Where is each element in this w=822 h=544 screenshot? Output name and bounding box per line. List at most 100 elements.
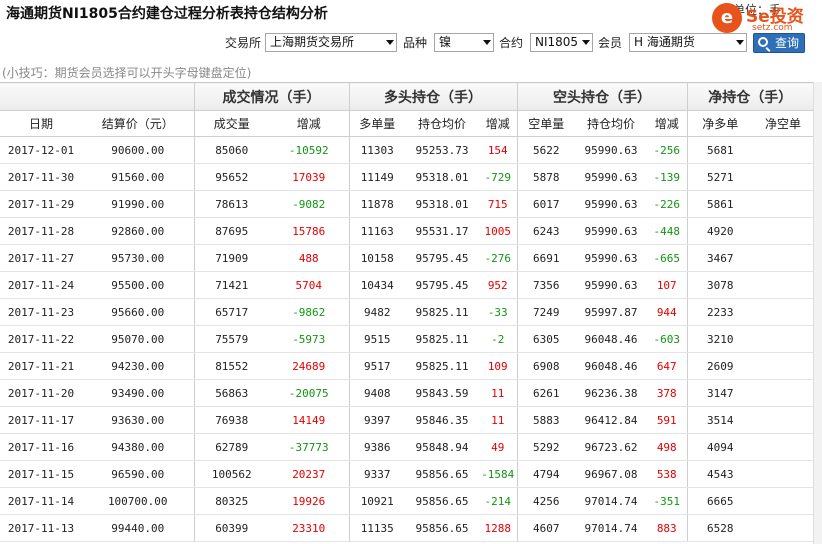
cell-short-qty: 6243 — [516, 217, 575, 245]
cell-long-qty: 9515 — [348, 325, 405, 353]
cell-volume-change: -20075 — [269, 379, 349, 407]
cell-short-qty: 6261 — [516, 379, 575, 407]
cell-long-avg-price: 95253.73 — [405, 136, 479, 164]
cell-date: 2017-11-21 — [0, 352, 82, 380]
table-row: 2017-11-15 96590.00 100562 20237 9337 95856.6… — [0, 460, 813, 488]
table-row: 2017-11-14 100700.00 80325 19926 10921 95856.… — [0, 487, 813, 515]
cell-long-qty: 9397 — [348, 406, 405, 434]
cell-short-change: 944 — [647, 298, 687, 326]
cell-volume-change: 20237 — [269, 460, 349, 488]
cell-settle-price: 99440.00 — [82, 514, 194, 542]
column-header-date: 日期 — [0, 110, 82, 137]
exchange-select[interactable]: 上海期货交易所 — [265, 33, 397, 52]
cell-long-qty: 9482 — [348, 298, 405, 326]
cell-date: 2017-11-13 — [0, 514, 82, 542]
cell-short-avg-price: 96967.08 — [575, 460, 647, 488]
cell-net-long: 5681 — [686, 136, 753, 164]
cell-short-avg-price: 96048.46 — [575, 352, 647, 380]
cell-volume: 71421 — [193, 271, 269, 299]
cell-short-qty: 5292 — [516, 433, 575, 461]
group-header-short: 空头持仓（手） — [516, 82, 687, 111]
cell-net-long: 5861 — [686, 190, 753, 218]
cell-short-change: -256 — [647, 136, 687, 164]
cell-settle-price: 94380.00 — [82, 433, 194, 461]
cell-date: 2017-12-01 — [0, 136, 82, 164]
cell-long-change: -214 — [479, 487, 517, 515]
member-label: 会员 — [598, 36, 623, 50]
site-logo[interactable]: e Se投资 setz.com — [712, 2, 822, 36]
cell-long-avg-price: 95318.01 — [405, 163, 479, 191]
logo-subtext: setz.com — [752, 23, 793, 33]
contract-select[interactable]: NI1805 — [530, 33, 593, 52]
table-row: 2017-11-22 95070.00 75579 -5973 9515 95825.11… — [0, 325, 813, 353]
cell-date: 2017-11-17 — [0, 406, 82, 434]
cell-long-qty: 10158 — [348, 244, 405, 272]
cell-short-change: 647 — [647, 352, 687, 380]
cell-short-avg-price: 95997.87 — [575, 298, 647, 326]
member-select[interactable]: H 海通期货 — [629, 33, 747, 52]
cell-short-avg-price: 95990.63 — [575, 136, 647, 164]
position-table: 成交情况（手） 多头持仓（手） 空头持仓（手） 净持仓（手） 日期 结算价（元）成… — [0, 82, 822, 542]
member-select-value: H 海通期货 — [634, 35, 695, 49]
cell-long-avg-price: 95843.59 — [405, 379, 479, 407]
cell-net-short — [753, 244, 813, 272]
variety-label: 品种 — [403, 36, 428, 50]
tip-text: (小技巧：期货会员选择可以开头字母键盘定位) — [2, 66, 252, 80]
group-header-blank — [0, 82, 194, 111]
column-header-net-long: 净多单 — [686, 110, 753, 137]
table-row: 2017-11-30 91560.00 95652 17039 11149 95318.0… — [0, 163, 813, 191]
cell-volume: 76938 — [193, 406, 269, 434]
table-row: 2017-11-24 95500.00 71421 5704 10434 95795.45… — [0, 271, 813, 299]
cell-volume-change: -9862 — [269, 298, 349, 326]
chevron-down-icon — [582, 40, 590, 45]
cell-date: 2017-11-30 — [0, 163, 82, 191]
cell-settle-price: 91560.00 — [82, 163, 194, 191]
cell-long-avg-price: 95856.65 — [405, 487, 479, 515]
cell-long-change: 11 — [479, 379, 517, 407]
cell-long-avg-price: 95825.11 — [405, 325, 479, 353]
cell-settle-price: 91990.00 — [82, 190, 194, 218]
cell-net-long: 6665 — [686, 487, 753, 515]
cell-long-avg-price: 95318.01 — [405, 190, 479, 218]
variety-select[interactable]: 镍 — [434, 33, 494, 52]
cell-date: 2017-11-29 — [0, 190, 82, 218]
cell-short-qty: 6017 — [516, 190, 575, 218]
column-header-long-qty: 多单量 — [348, 110, 405, 137]
cell-date: 2017-11-28 — [0, 217, 82, 245]
vertical-scrollbar[interactable] — [813, 82, 822, 544]
cell-date: 2017-11-20 — [0, 379, 82, 407]
table-row: 2017-11-23 95660.00 65717 -9862 9482 95825.11… — [0, 298, 813, 326]
cell-long-change: 952 — [479, 271, 517, 299]
exchange-label: 交易所 — [225, 36, 262, 50]
cell-volume-change: -5973 — [269, 325, 349, 353]
page-title: 海通期货NI1805合约建仓过程分析表持仓结构分析 — [6, 6, 328, 22]
cell-short-qty: 6305 — [516, 325, 575, 353]
cell-long-change: -33 — [479, 298, 517, 326]
cell-volume: 56863 — [193, 379, 269, 407]
cell-net-long: 3467 — [686, 244, 753, 272]
cell-long-change: 154 — [479, 136, 517, 164]
cell-volume-change: -10592 — [269, 136, 349, 164]
cell-short-avg-price: 96723.62 — [575, 433, 647, 461]
cell-net-short — [753, 460, 813, 488]
query-button[interactable]: 查询 — [753, 33, 805, 53]
cell-short-avg-price: 95990.63 — [575, 217, 647, 245]
cell-short-change: 538 — [647, 460, 687, 488]
cell-short-change: -139 — [647, 163, 687, 191]
cell-net-long: 3078 — [686, 271, 753, 299]
cell-volume-change: -37773 — [269, 433, 349, 461]
cell-volume-change: 5704 — [269, 271, 349, 299]
cell-long-qty: 11303 — [348, 136, 405, 164]
cell-short-avg-price: 97014.74 — [575, 514, 647, 542]
cell-short-qty: 4794 — [516, 460, 575, 488]
cell-net-long: 4094 — [686, 433, 753, 461]
cell-long-qty: 11163 — [348, 217, 405, 245]
cell-long-avg-price: 95856.65 — [405, 460, 479, 488]
cell-volume-change: 15786 — [269, 217, 349, 245]
cell-short-avg-price: 96048.46 — [575, 325, 647, 353]
cell-settle-price: 100700.00 — [82, 487, 194, 515]
cell-volume-change: 19926 — [269, 487, 349, 515]
cell-net-short — [753, 514, 813, 542]
cell-short-qty: 4256 — [516, 487, 575, 515]
cell-net-short — [753, 217, 813, 245]
